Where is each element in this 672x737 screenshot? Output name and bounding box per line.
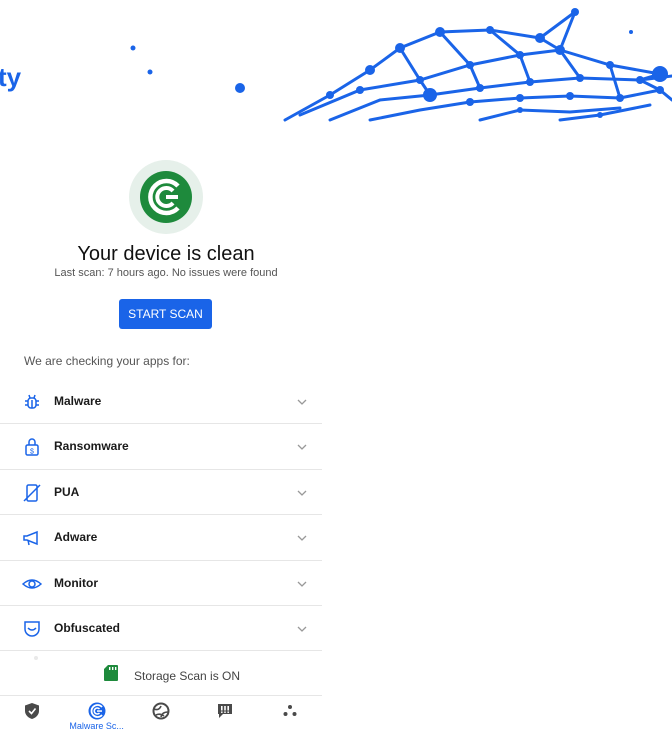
svg-text:$: $: [30, 449, 34, 456]
nav-label: Malware Sc...: [69, 721, 124, 731]
mask-shield-icon: [24, 621, 40, 637]
nav-item-web-protection[interactable]: [129, 698, 193, 737]
network-decoration-graphic: [130, 8, 672, 122]
threat-label: Monitor: [54, 575, 98, 590]
bottom-navigation: Malware Sc...: [0, 698, 322, 737]
message-alert-icon: [218, 704, 233, 718]
sd-card-icon: [104, 665, 118, 681]
nav-item-more[interactable]: [258, 698, 322, 737]
header-banner: ty: [0, 0, 672, 122]
chevron-down-icon[interactable]: [296, 396, 308, 408]
chevron-down-icon[interactable]: [296, 532, 308, 544]
threat-row-adware[interactable]: Adware: [0, 515, 322, 561]
more-dots-icon: [283, 705, 297, 716]
megaphone-icon: [23, 531, 38, 546]
nav-item-protection[interactable]: [0, 698, 64, 737]
malware-scanner-panel: Your device is clean Last scan: 7 hours …: [0, 122, 322, 737]
chevron-down-icon[interactable]: [296, 623, 308, 635]
storage-scan-label: Storage Scan is ON: [134, 669, 241, 683]
threat-row-obfuscated[interactable]: Obfuscated: [0, 606, 322, 652]
checking-label: We are checking your apps for:: [24, 354, 190, 368]
globe-icon: [152, 702, 170, 720]
chevron-down-icon[interactable]: [296, 578, 308, 590]
storage-scan-status: Storage Scan is ON: [0, 652, 322, 696]
bug-icon: [25, 394, 39, 409]
eye-icon: [22, 578, 42, 589]
threat-row-monitor[interactable]: Monitor: [0, 561, 322, 606]
threat-label: Malware: [54, 394, 102, 408]
threat-row-pua[interactable]: PUA: [0, 470, 322, 516]
threat-category-list: Malware $ Ransomware PUA Adware Monitor …: [0, 379, 322, 652]
threat-row-ransomware[interactable]: $ Ransomware: [0, 424, 322, 470]
chevron-down-icon[interactable]: [296, 487, 308, 499]
shield-icon: [25, 703, 40, 719]
crossed-phone-icon: [23, 484, 41, 502]
lock-dollar-icon: $: [25, 438, 39, 457]
threat-label: Ransomware: [54, 439, 129, 454]
threat-row-malware[interactable]: Malware: [0, 379, 322, 425]
threat-label: Adware: [54, 530, 98, 545]
decorative-dot: [34, 656, 38, 660]
nav-item-alerts[interactable]: [193, 698, 257, 737]
start-scan-button[interactable]: START SCAN: [119, 299, 212, 329]
nav-item-malware-scanner[interactable]: Malware Sc...: [64, 698, 128, 737]
clean-status-icon: [129, 160, 203, 234]
last-scan-text: Last scan: 7 hours ago. No issues were f…: [54, 267, 278, 279]
status-title: Your device is clean: [77, 243, 255, 265]
threat-label: Obfuscated: [54, 620, 121, 635]
chevron-down-icon[interactable]: [296, 441, 308, 453]
threat-label: PUA: [54, 484, 80, 499]
malware-scanner-icon: [88, 702, 106, 720]
